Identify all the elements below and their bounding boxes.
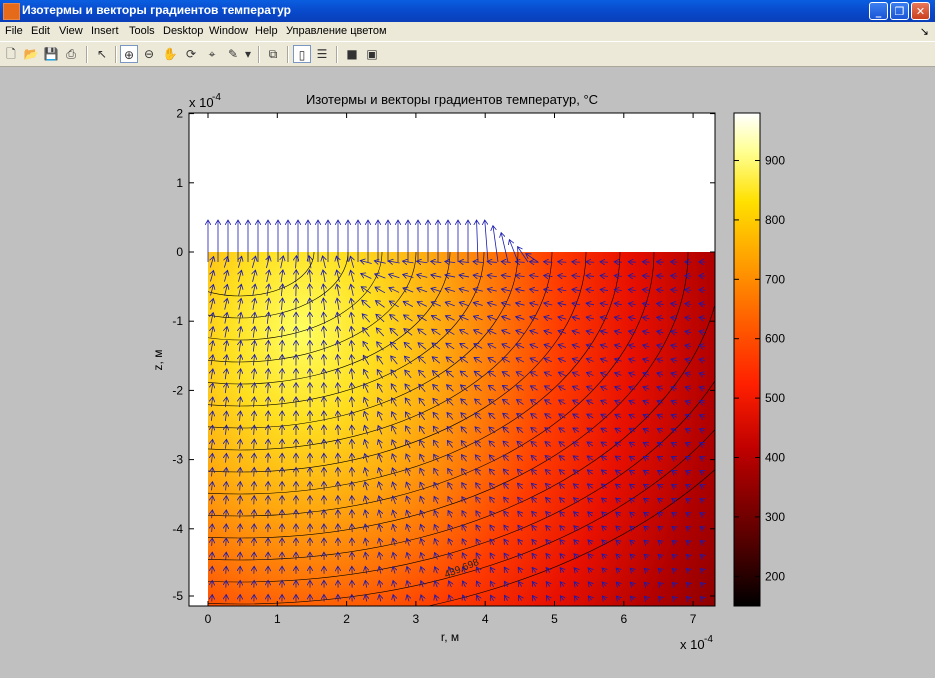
gradient-vector — [212, 580, 213, 587]
x-tick-label: 5 — [551, 612, 558, 626]
x-exponent-label: x 10 — [680, 637, 705, 652]
y-tick-label: 1 — [176, 176, 183, 190]
gradient-vector — [352, 482, 353, 491]
menu-edit[interactable]: Edit — [31, 25, 50, 37]
rotate-3d-icon[interactable]: ⟳ — [182, 45, 200, 63]
gradient-vector — [226, 552, 227, 560]
gradient-vector — [324, 383, 325, 394]
save-icon[interactable]: 💾 — [42, 45, 60, 63]
gradient-vector — [572, 262, 580, 263]
colorbar-tick-label: 200 — [765, 569, 785, 583]
window-title: Изотермы и векторы градиентов температур — [22, 3, 291, 17]
gradient-vector — [671, 276, 678, 277]
gradient-vector — [212, 595, 213, 602]
colorbar[interactable] — [734, 113, 760, 606]
data-cursor-icon[interactable]: ⌖ — [203, 45, 221, 63]
figure-toolbar: 🗋 📂 💾 ⎙ ↖ ⊕ ⊖ ✋ ⟳ ⌖ ✎ ▾ ⧉ ▯ ☰ ■ ▣ — [0, 41, 935, 67]
gradient-vector — [240, 524, 241, 532]
menu-color-management[interactable]: Управление цветом — [286, 25, 387, 37]
menu-bar: File Edit View Insert Tools Desktop Wind… — [0, 22, 935, 41]
plot-svg: 439.698 01234567 210-1-2-3-4-5 Изотермы … — [0, 67, 935, 673]
menu-tools[interactable]: Tools — [129, 25, 155, 37]
gradient-vector — [352, 496, 353, 505]
figure-canvas: 439.698 01234567 210-1-2-3-4-5 Изотермы … — [0, 67, 935, 673]
y-tick-label: -1 — [172, 314, 183, 328]
gradient-vector — [254, 482, 255, 491]
new-figure-icon[interactable]: 🗋 — [2, 45, 20, 63]
colorbar-tick-label: 300 — [765, 510, 785, 524]
x-tick-label: 3 — [413, 612, 420, 626]
pan-hand-icon[interactable]: ✋ — [161, 45, 179, 63]
print-icon[interactable]: ⎙ — [62, 45, 80, 63]
matlab-figure-icon — [3, 3, 20, 20]
y-axis-label: z, м — [151, 350, 165, 371]
y-tick-label: -4 — [172, 522, 183, 536]
y-tick-label: 2 — [176, 107, 183, 121]
colorbar-tick-label: 700 — [765, 272, 785, 286]
menu-desktop[interactable]: Desktop — [163, 25, 203, 37]
gradient-vector — [282, 354, 283, 365]
brush-icon[interactable]: ✎ — [224, 45, 242, 63]
x-tick-label: 7 — [690, 612, 697, 626]
menu-help[interactable]: Help — [255, 25, 278, 37]
minimize-button[interactable]: _ — [869, 2, 888, 20]
menu-insert[interactable]: Insert — [91, 25, 119, 37]
maximize-button[interactable]: ❐ — [890, 2, 909, 20]
link-plot-icon[interactable]: ⧉ — [264, 45, 282, 63]
gradient-vector — [338, 439, 339, 449]
y-tick-label: 0 — [176, 245, 183, 259]
gradient-vector — [268, 425, 269, 435]
zoom-in-icon[interactable]: ⊕ — [120, 45, 138, 63]
hide-plot-tools-icon[interactable]: ■ — [343, 45, 361, 63]
close-button[interactable]: ✕ — [911, 2, 930, 20]
brush-dropdown-icon[interactable]: ▾ — [243, 45, 253, 63]
window-title-bar: Изотермы и векторы градиентов температур… — [0, 0, 935, 22]
gradient-vector — [254, 467, 255, 476]
x-tick-label: 0 — [205, 612, 212, 626]
gradient-vector — [558, 262, 567, 263]
gradient-vector — [268, 411, 269, 421]
gradient-vector — [240, 510, 241, 518]
select-arrow-icon[interactable]: ↖ — [93, 45, 111, 63]
colorbar-tick-label: 400 — [765, 451, 785, 465]
x-tick-label: 6 — [620, 612, 627, 626]
dock-arrow-icon[interactable]: ↘ — [920, 25, 929, 38]
menu-view[interactable]: View — [59, 25, 83, 37]
show-plot-tools-icon[interactable]: ▣ — [363, 45, 381, 63]
colorbar-tick-label: 900 — [765, 154, 785, 168]
colorbar-icon[interactable]: ▯ — [293, 45, 311, 63]
x-tick-label: 2 — [343, 612, 350, 626]
colorbar-tick-label: 600 — [765, 332, 785, 346]
y-exponent-label: x 10 — [189, 95, 214, 110]
x-tick-label: 4 — [482, 612, 489, 626]
x-exponent: -4 — [704, 634, 713, 645]
x-tick-label: 1 — [274, 612, 281, 626]
legend-icon[interactable]: ☰ — [313, 45, 331, 63]
y-tick-label: -2 — [172, 383, 183, 397]
y-tick-label: -5 — [172, 589, 183, 603]
y-exponent: -4 — [212, 92, 221, 103]
menu-window[interactable]: Window — [209, 25, 248, 37]
zoom-out-icon[interactable]: ⊖ — [140, 45, 158, 63]
menu-file[interactable]: File — [5, 25, 23, 37]
open-file-icon[interactable]: 📂 — [22, 45, 40, 63]
x-axis-label: r, м — [441, 630, 459, 644]
y-tick-label: -3 — [172, 453, 183, 467]
colorbar-tick-label: 800 — [765, 213, 785, 227]
colorbar-tick-label: 500 — [765, 391, 785, 405]
gradient-vector — [685, 276, 691, 277]
gradient-vector — [226, 538, 227, 546]
chart-title: Изотермы и векторы градиентов температур… — [306, 92, 598, 107]
